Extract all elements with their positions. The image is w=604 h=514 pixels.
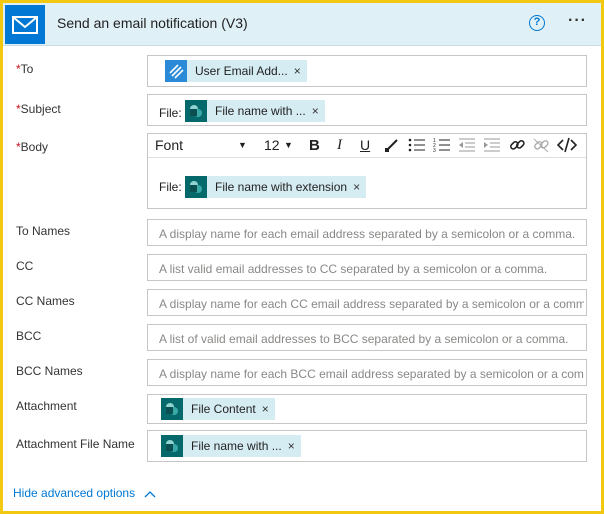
remove-token-icon[interactable]: × xyxy=(312,104,325,118)
svg-text:3: 3 xyxy=(433,148,436,153)
attachment-name-label: Attachment File Name xyxy=(16,437,135,451)
ellipsis-icon[interactable]: ··· xyxy=(568,12,587,30)
bulleted-list-icon[interactable] xyxy=(408,137,426,156)
chevron-up-icon xyxy=(144,490,156,498)
size-dropdown-icon[interactable]: ▼ xyxy=(284,140,293,150)
increase-indent-icon[interactable] xyxy=(483,137,501,156)
card-title: Send an email notification (V3) xyxy=(57,15,248,31)
attachment-name-field[interactable]: File name with ... × xyxy=(147,430,587,462)
brush-icon[interactable] xyxy=(384,137,400,156)
hide-advanced-options-link[interactable]: Hide advanced options xyxy=(13,486,156,500)
bcc-names-label: BCC Names xyxy=(16,364,83,378)
user-email-icon xyxy=(165,60,187,82)
cc-names-field[interactable]: A display name for each CC email address… xyxy=(147,289,587,316)
attachment-name-token[interactable]: File name with ... × xyxy=(161,435,301,457)
italic-button[interactable]: I xyxy=(337,137,342,154)
bcc-field[interactable]: A list of valid email addresses to BCC s… xyxy=(147,324,587,351)
numbered-list-icon[interactable]: 123 xyxy=(433,137,451,156)
subject-field[interactable]: File: File name with ... × xyxy=(147,94,587,126)
body-editor[interactable]: Font ▼ 12 ▼ B I U 123 File: File name wi… xyxy=(147,133,587,209)
font-select[interactable]: Font xyxy=(155,137,183,153)
attachment-token[interactable]: File Content × xyxy=(161,398,275,420)
attachment-field[interactable]: File Content × xyxy=(147,394,587,424)
cc-field[interactable]: A list valid email addresses to CC separ… xyxy=(147,254,587,281)
to-token[interactable]: User Email Add... × xyxy=(165,60,307,82)
sharepoint-icon xyxy=(161,398,183,420)
remove-token-icon[interactable]: × xyxy=(294,64,307,78)
to-names-field[interactable]: A display name for each email address se… xyxy=(147,219,587,246)
subject-label: *Subject xyxy=(16,102,61,116)
action-card: Send an email notification (V3) ? ··· *T… xyxy=(0,0,604,514)
rich-text-toolbar: Font ▼ 12 ▼ B I U 123 xyxy=(148,134,586,158)
sharepoint-icon xyxy=(185,176,207,198)
remove-token-icon[interactable]: × xyxy=(353,180,366,194)
question-circle-icon[interactable]: ? xyxy=(529,15,545,31)
to-names-label: To Names xyxy=(16,224,71,238)
remove-token-icon[interactable]: × xyxy=(288,439,301,453)
attachment-label: Attachment xyxy=(16,399,77,413)
font-dropdown-icon[interactable]: ▼ xyxy=(238,140,247,150)
unlink-icon[interactable] xyxy=(532,137,550,156)
to-field[interactable]: User Email Add... × xyxy=(147,55,587,87)
remove-token-icon[interactable]: × xyxy=(262,402,275,416)
link-icon[interactable] xyxy=(508,137,526,156)
to-label: *To xyxy=(16,62,34,76)
bcc-label: BCC xyxy=(16,329,42,343)
body-label: *Body xyxy=(16,140,49,154)
cc-names-label: CC Names xyxy=(16,294,75,308)
decrease-indent-icon[interactable] xyxy=(458,137,476,156)
mail-icon xyxy=(5,5,45,44)
size-select[interactable]: 12 xyxy=(264,137,280,153)
subject-prefix: File: xyxy=(159,106,182,120)
cc-label: CC xyxy=(16,259,34,273)
card-header[interactable]: Send an email notification (V3) ? ··· xyxy=(3,3,601,46)
body-prefix: File: xyxy=(159,180,182,194)
code-view-icon[interactable] xyxy=(556,137,578,156)
subject-token[interactable]: File name with ... × xyxy=(185,100,325,122)
underline-button[interactable]: U xyxy=(360,137,370,153)
body-token[interactable]: File name with extension × xyxy=(185,176,367,198)
sharepoint-icon xyxy=(161,435,183,457)
sharepoint-icon xyxy=(185,100,207,122)
bcc-names-field[interactable]: A display name for each BCC email addres… xyxy=(147,359,587,386)
bold-button[interactable]: B xyxy=(309,137,320,154)
